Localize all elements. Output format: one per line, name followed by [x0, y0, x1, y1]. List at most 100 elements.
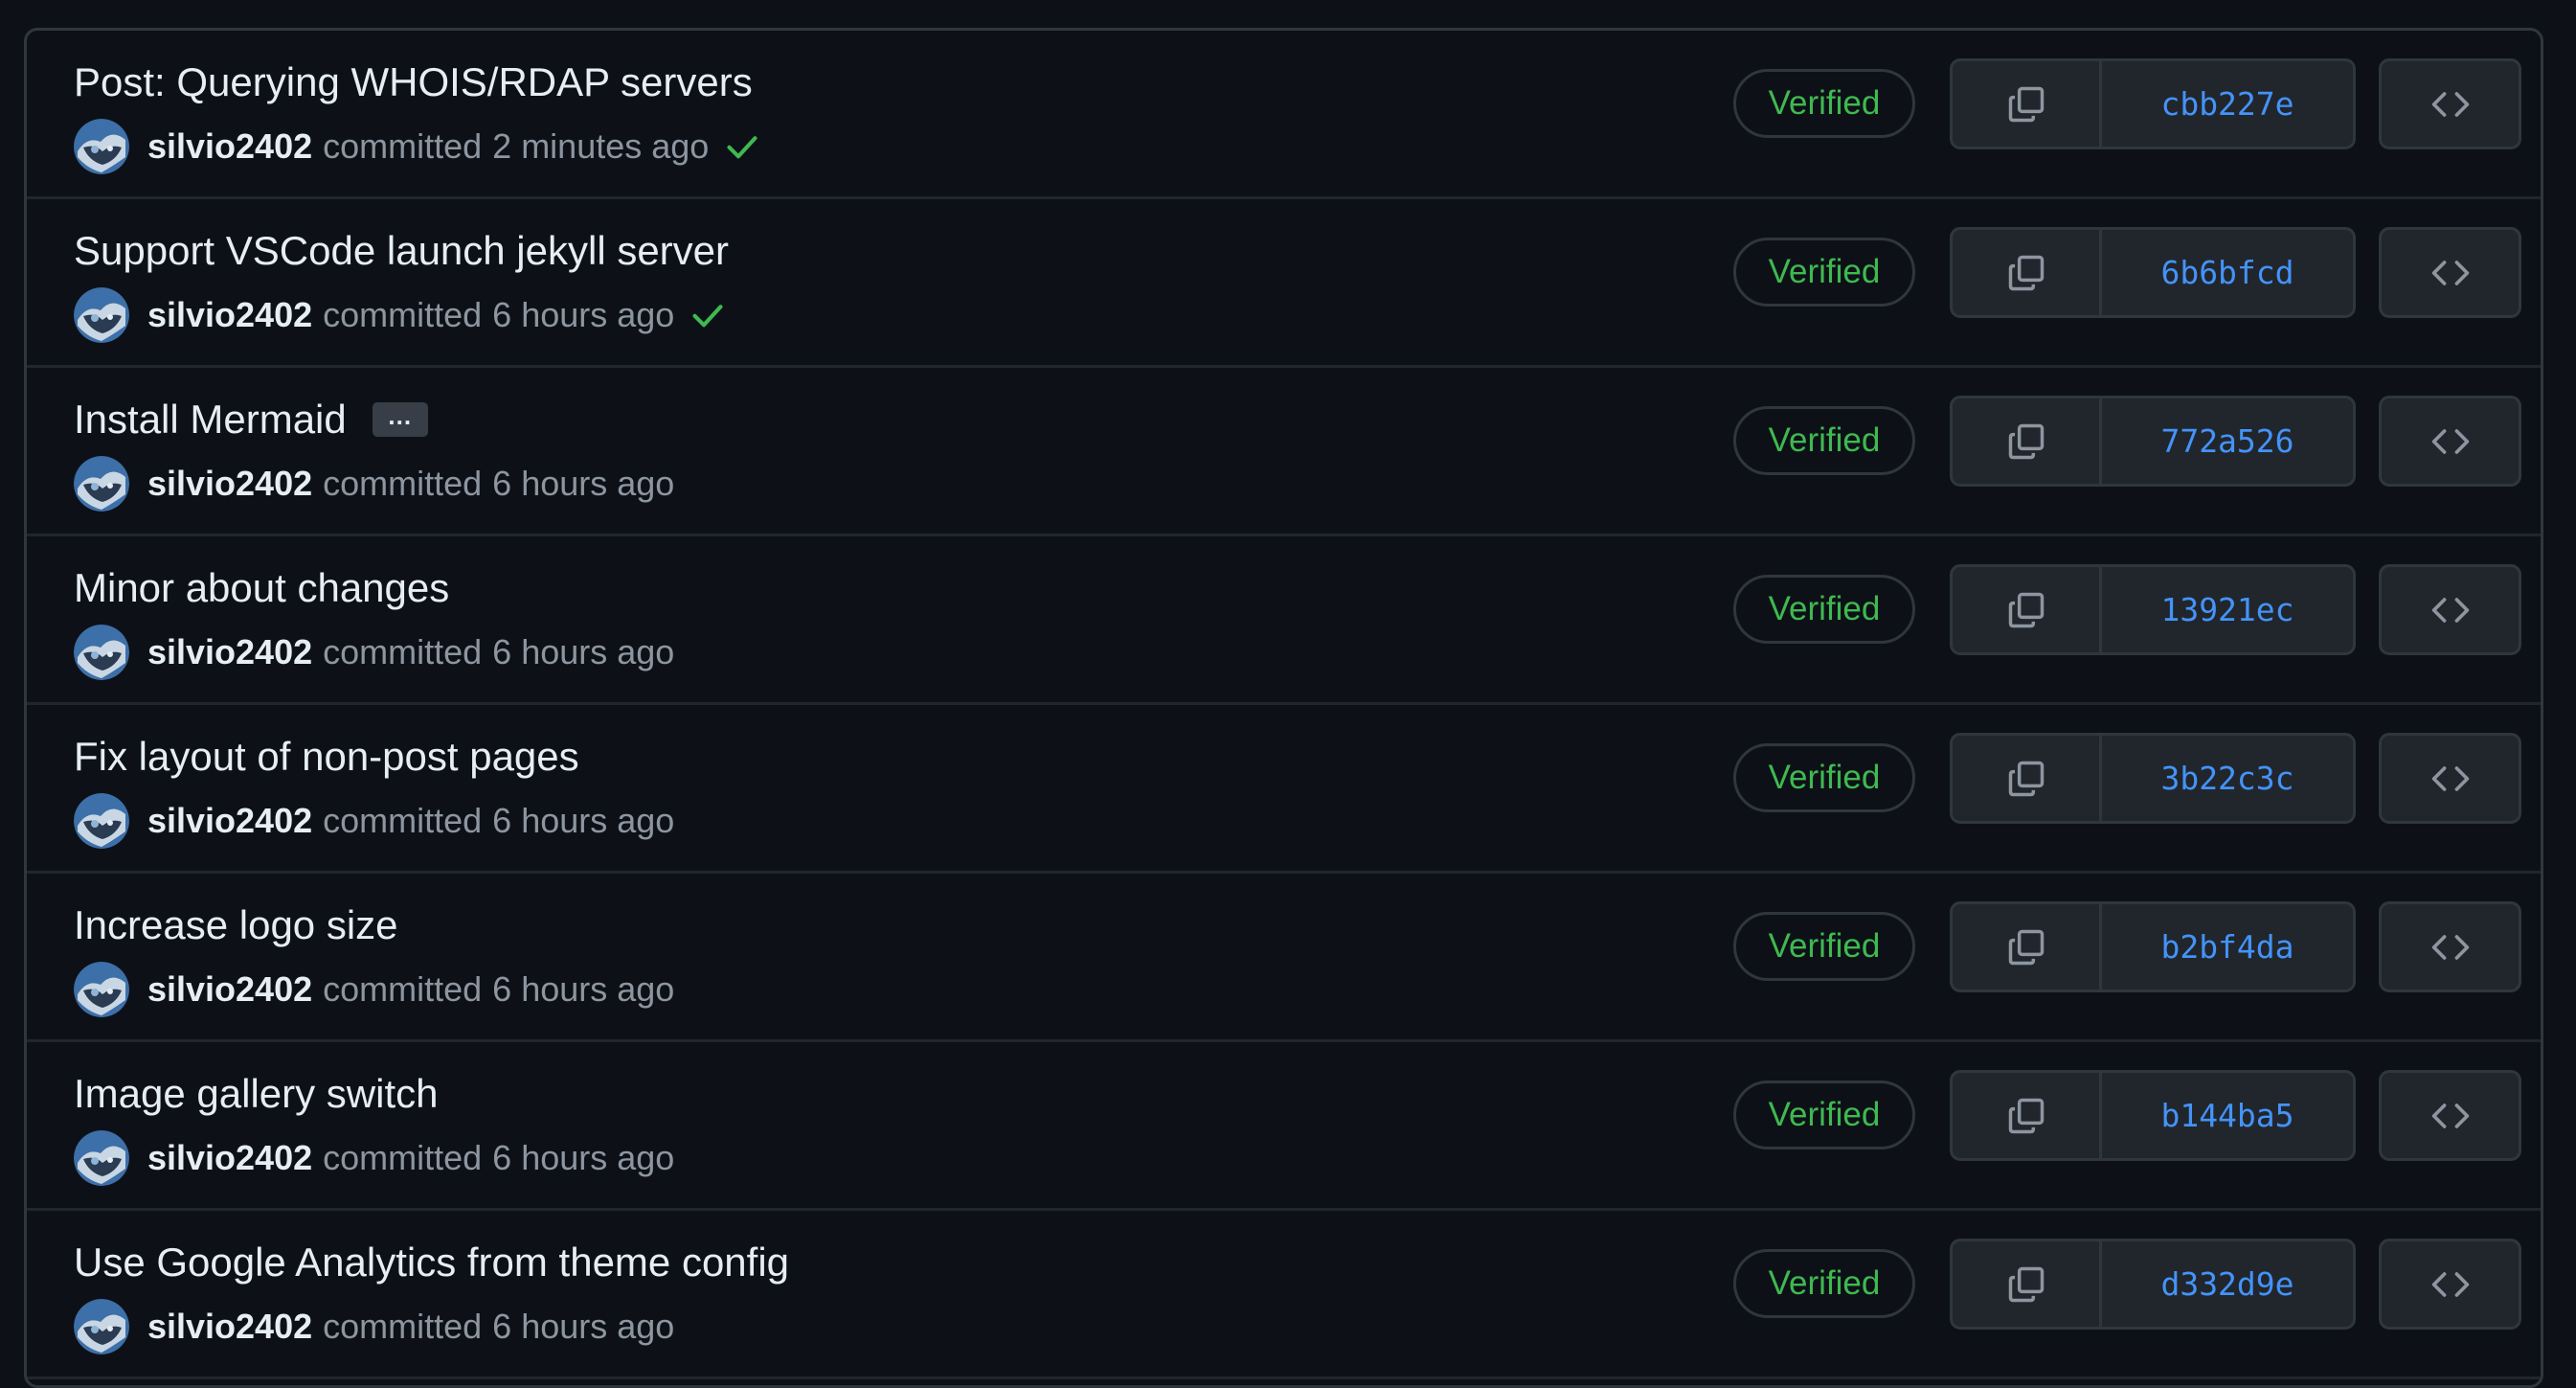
- author-link[interactable]: silvio2402: [147, 1307, 312, 1347]
- author-avatar[interactable]: [74, 793, 129, 849]
- copy-sha-button[interactable]: [1953, 398, 2102, 484]
- commit-title-link[interactable]: Image gallery switch: [74, 1071, 438, 1117]
- commit-time[interactable]: 6 hours ago: [492, 801, 674, 841]
- commit-sha-link[interactable]: b144ba5: [2102, 1073, 2353, 1158]
- author-link[interactable]: silvio2402: [147, 295, 312, 335]
- commit-time[interactable]: 6 hours ago: [492, 969, 674, 1010]
- copy-sha-button[interactable]: [1953, 1241, 2102, 1327]
- browse-repo-button[interactable]: [2379, 733, 2521, 824]
- commit-title-link[interactable]: Increase logo size: [74, 902, 398, 948]
- commit-time[interactable]: 6 hours ago: [492, 1138, 674, 1178]
- commit-action-text: committed: [323, 1138, 483, 1177]
- commit-action-text: committed: [323, 632, 483, 671]
- commit-title-link[interactable]: Post: Querying WHOIS/RDAP servers: [74, 59, 753, 105]
- copy-icon: [2008, 1098, 2044, 1133]
- browse-repo-button[interactable]: [2379, 564, 2521, 655]
- commit-action-text: committed: [323, 295, 483, 334]
- commit-meta: silvio2402 committed 6 hours ago: [74, 793, 674, 849]
- copy-sha-button[interactable]: [1953, 230, 2102, 315]
- browse-repo-button[interactable]: [2379, 1239, 2521, 1330]
- commit-action-text: committed: [323, 801, 483, 840]
- commit-sha-link[interactable]: cbb227e: [2102, 61, 2353, 147]
- commit-sha-link[interactable]: 6b6bfcd: [2102, 230, 2353, 315]
- browse-repo-button[interactable]: [2379, 396, 2521, 487]
- copy-icon: [2008, 761, 2044, 796]
- author-link[interactable]: silvio2402: [147, 632, 312, 672]
- copy-icon: [2008, 929, 2044, 965]
- commit-title-wrap: Post: Querying WHOIS/RDAP servers: [74, 59, 753, 105]
- author-link[interactable]: silvio2402: [147, 801, 312, 841]
- verified-badge[interactable]: Verified: [1733, 912, 1915, 981]
- code-icon: [2431, 597, 2469, 623]
- commit-title-link[interactable]: Install Mermaid: [74, 397, 347, 443]
- commit-title-wrap: Fix layout of non-post pages: [74, 734, 579, 780]
- check-icon[interactable]: [724, 128, 760, 165]
- commit-title-link[interactable]: Support VSCode launch jekyll server: [74, 228, 729, 274]
- code-icon: [2431, 934, 2469, 960]
- copy-sha-button[interactable]: [1953, 904, 2102, 990]
- commit-row: Image gallery switch silvio2402 committe…: [27, 1042, 2541, 1211]
- commit-row: Increase logo size silvio2402 committed …: [27, 874, 2541, 1042]
- author-link[interactable]: silvio2402: [147, 464, 312, 504]
- sha-button-group: d332d9e: [1950, 1239, 2356, 1330]
- sha-button-group: 3b22c3c: [1950, 733, 2356, 824]
- commit-sha-link[interactable]: b2bf4da: [2102, 904, 2353, 990]
- author-link[interactable]: silvio2402: [147, 969, 312, 1010]
- author-avatar[interactable]: [74, 119, 129, 174]
- commit-list: Post: Querying WHOIS/RDAP servers silvio…: [24, 28, 2543, 1388]
- commit-sha-link[interactable]: 772a526: [2102, 398, 2353, 484]
- code-icon: [2431, 765, 2469, 791]
- commit-row: Support VSCode launch jekyll server silv…: [27, 199, 2541, 368]
- verified-badge[interactable]: Verified: [1733, 1081, 1915, 1149]
- commit-time[interactable]: 6 hours ago: [492, 464, 674, 504]
- commit-title-wrap: Use Google Analytics from theme config: [74, 1240, 789, 1286]
- commit-title-link[interactable]: Fix layout of non-post pages: [74, 734, 579, 780]
- browse-repo-button[interactable]: [2379, 227, 2521, 318]
- copy-sha-button[interactable]: [1953, 1073, 2102, 1158]
- commit-title-wrap: Support VSCode launch jekyll server: [74, 228, 729, 274]
- copy-sha-button[interactable]: [1953, 567, 2102, 652]
- copy-sha-button[interactable]: [1953, 61, 2102, 147]
- sha-button-group: b2bf4da: [1950, 901, 2356, 992]
- verified-badge[interactable]: Verified: [1733, 238, 1915, 307]
- author-avatar[interactable]: [74, 1299, 129, 1354]
- commit-title-link[interactable]: Minor about changes: [74, 565, 449, 611]
- code-icon: [2431, 91, 2469, 117]
- sha-button-group: b144ba5: [1950, 1070, 2356, 1161]
- author-avatar[interactable]: [74, 287, 129, 343]
- author-avatar[interactable]: [74, 962, 129, 1017]
- expand-message-button[interactable]: …: [372, 402, 428, 437]
- verified-badge[interactable]: Verified: [1733, 1249, 1915, 1318]
- verified-badge[interactable]: Verified: [1733, 743, 1915, 812]
- code-icon: [2431, 428, 2469, 454]
- commit-row: Fix layout of non-post pages silvio2402 …: [27, 705, 2541, 874]
- commit-row: Post: Querying WHOIS/RDAP servers silvio…: [27, 31, 2541, 199]
- author-link[interactable]: silvio2402: [147, 126, 312, 167]
- verified-badge[interactable]: Verified: [1733, 69, 1915, 138]
- verified-badge[interactable]: Verified: [1733, 406, 1915, 475]
- commit-action-text: committed: [323, 969, 483, 1009]
- browse-repo-button[interactable]: [2379, 58, 2521, 149]
- check-icon[interactable]: [689, 297, 726, 333]
- commit-time[interactable]: 6 hours ago: [492, 1307, 674, 1347]
- commit-sha-link[interactable]: 13921ec: [2102, 567, 2353, 652]
- commit-sha-link[interactable]: d332d9e: [2102, 1241, 2353, 1327]
- copy-icon: [2008, 255, 2044, 290]
- author-link[interactable]: silvio2402: [147, 1138, 312, 1178]
- commit-action-text: committed: [323, 1307, 483, 1346]
- commit-time[interactable]: 6 hours ago: [492, 632, 674, 672]
- browse-repo-button[interactable]: [2379, 1070, 2521, 1161]
- browse-repo-button[interactable]: [2379, 901, 2521, 992]
- commit-time[interactable]: 2 minutes ago: [492, 126, 709, 167]
- commit-action-text: committed: [323, 464, 483, 503]
- commit-title-link[interactable]: Use Google Analytics from theme config: [74, 1240, 789, 1286]
- code-icon: [2431, 1271, 2469, 1297]
- author-avatar[interactable]: [74, 456, 129, 512]
- author-avatar[interactable]: [74, 1130, 129, 1186]
- verified-badge[interactable]: Verified: [1733, 575, 1915, 644]
- copy-sha-button[interactable]: [1953, 736, 2102, 821]
- commit-time[interactable]: 6 hours ago: [492, 295, 674, 335]
- author-avatar[interactable]: [74, 625, 129, 680]
- commit-sha-link[interactable]: 3b22c3c: [2102, 736, 2353, 821]
- commit-meta: silvio2402 committed 6 hours ago: [74, 1130, 674, 1186]
